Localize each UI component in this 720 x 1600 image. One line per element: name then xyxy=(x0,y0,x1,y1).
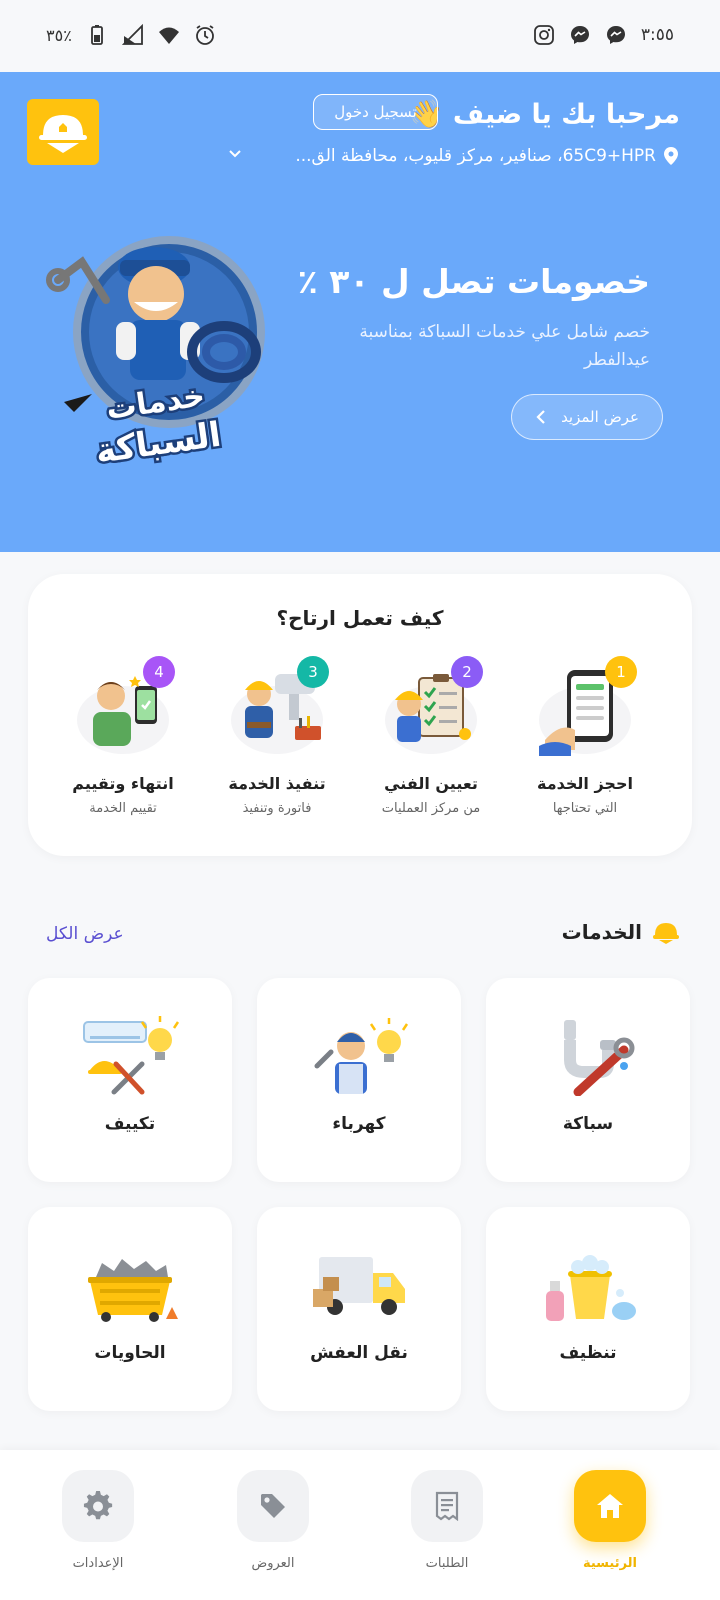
view-all-link[interactable]: عرض الكل xyxy=(46,924,124,944)
step-badge: 4 xyxy=(143,656,175,688)
service-label: كهرباء xyxy=(332,1114,386,1134)
messenger-icon xyxy=(606,26,625,44)
tag-icon xyxy=(237,1470,309,1542)
nav-item-settings[interactable]: الإعدادات xyxy=(48,1470,148,1571)
signal-icon xyxy=(121,24,143,45)
container-icon xyxy=(88,1259,178,1322)
air-conditioning-icon xyxy=(83,1016,180,1095)
status-time: ٣:٥٥ xyxy=(640,25,674,45)
services-section-header: الخدمات xyxy=(562,920,680,944)
promo-description: خصم شامل علي خدمات السباكة بمناسبة عيدال… xyxy=(359,322,650,370)
step-subtitle: التي تحتاجها xyxy=(552,801,618,816)
step-subtitle: فاتورة وتنفيذ xyxy=(242,801,312,816)
status-bar-right: ٣:٥٥ xyxy=(533,24,674,46)
battery-percent: ٣٥٪ xyxy=(46,25,72,45)
service-label: سباكة xyxy=(562,1114,614,1134)
how-it-works-card: كيف تعمل ارتاح؟ 1 احجز الخدمة التي تحتاج… xyxy=(28,574,692,856)
nav-item-offers[interactable]: العروض xyxy=(223,1470,323,1571)
cleaning-icon xyxy=(546,1255,636,1321)
how-it-works-title: كيف تعمل ارتاح؟ xyxy=(276,606,444,630)
app-logo[interactable] xyxy=(27,99,99,165)
step-title: انتهاء وتقييم xyxy=(72,774,174,793)
service-card-containers[interactable]: الحاويات xyxy=(28,1207,232,1411)
step-subtitle: من مركز العمليات xyxy=(381,801,481,816)
status-bar-left: ٣٥٪ xyxy=(46,24,216,46)
battery-icon xyxy=(90,25,103,45)
step-badge: 1 xyxy=(605,656,637,688)
phone-checklist-icon: 1 xyxy=(535,656,637,756)
promo-title: خصومات تصل ل ٣٠ ٪ xyxy=(297,262,650,301)
orders-icon xyxy=(411,1470,483,1542)
service-card-plumbing[interactable]: سباكة xyxy=(486,978,690,1182)
plumber-working-icon: 3 xyxy=(227,656,329,756)
moving-truck-icon xyxy=(313,1257,405,1315)
step-execute-service[interactable]: 3 تنفيذ الخدمة فاتورة وتنفيذ xyxy=(202,656,352,816)
step-book-service[interactable]: 1 احجز الخدمة التي تحتاجها xyxy=(510,656,660,816)
chevron-left-icon xyxy=(536,410,545,424)
service-card-moving[interactable]: نقل العفش xyxy=(257,1207,461,1411)
greeting-text: مرحبا بك يا ضيف 👋 xyxy=(409,99,680,130)
chevron-down-icon[interactable] xyxy=(227,146,243,166)
service-card-cleaning[interactable]: تنظيف xyxy=(486,1207,690,1411)
nav-label-orders: الطلبات xyxy=(425,1556,469,1571)
location-pin-icon xyxy=(664,147,678,165)
step-title: تعيين الفني xyxy=(384,774,478,793)
nav-label-home: الرئيسية xyxy=(582,1556,638,1571)
alarm-icon xyxy=(195,25,214,45)
instagram-icon xyxy=(533,25,554,45)
bottom-navigation: الرئيسية الطلبات العروض الإعدادات xyxy=(0,1450,720,1600)
nav-label-settings: الإعدادات xyxy=(72,1556,124,1571)
wifi-icon xyxy=(158,27,179,44)
nav-label-offers: العروض xyxy=(251,1556,295,1571)
show-more-button[interactable]: عرض المزيد xyxy=(511,394,663,440)
plumber-mascot-illustration: خدمات السباكة xyxy=(46,236,265,474)
service-label: تكييف xyxy=(104,1114,156,1134)
plumbing-icon xyxy=(564,1020,635,1096)
service-label: الحاويات xyxy=(94,1343,166,1363)
hero-banner: مرحبا بك يا ضيف 👋 تسجيل دخول 65C9+HPR، ص… xyxy=(0,72,720,552)
home-icon xyxy=(574,1470,646,1542)
step-title: تنفيذ الخدمة xyxy=(228,774,326,793)
step-title: احجز الخدمة xyxy=(537,774,633,793)
show-more-label: عرض المزيد xyxy=(561,408,639,426)
step-badge: 2 xyxy=(451,656,483,688)
step-badge: 3 xyxy=(297,656,329,688)
gear-icon xyxy=(62,1470,134,1542)
helmet-icon xyxy=(653,923,679,944)
service-label: تنظيف xyxy=(559,1343,617,1363)
clipboard-technician-icon: 2 xyxy=(381,656,483,756)
location-selector[interactable]: 65C9+HPR، صنافير، مركز قليوب، محافظة الق… xyxy=(295,146,680,166)
service-card-electricity[interactable]: كهرباء xyxy=(257,978,461,1182)
helmet-logo-icon xyxy=(39,115,87,153)
service-label: نقل العفش xyxy=(310,1343,408,1363)
customer-rating-icon: 4 xyxy=(73,656,175,756)
location-text: 65C9+HPR، صنافير، مركز قليوب، محافظة الق… xyxy=(295,146,656,166)
step-finish-rate[interactable]: 4 انتهاء وتقييم تقييم الخدمة xyxy=(48,656,198,816)
step-subtitle: تقييم الخدمة xyxy=(89,801,157,816)
nav-item-home[interactable]: الرئيسية xyxy=(560,1470,660,1571)
status-bar: ٣٥٪ ٣:٥٥ xyxy=(0,0,720,72)
service-card-ac[interactable]: تكييف xyxy=(28,978,232,1182)
step-assign-technician[interactable]: 2 تعيين الفني من مركز العمليات xyxy=(356,656,506,816)
services-title: الخدمات xyxy=(561,920,642,944)
login-button[interactable]: تسجيل دخول xyxy=(313,94,438,130)
nav-item-orders[interactable]: الطلبات xyxy=(397,1470,497,1571)
electrician-icon xyxy=(314,1018,409,1094)
messenger-icon xyxy=(570,26,589,44)
